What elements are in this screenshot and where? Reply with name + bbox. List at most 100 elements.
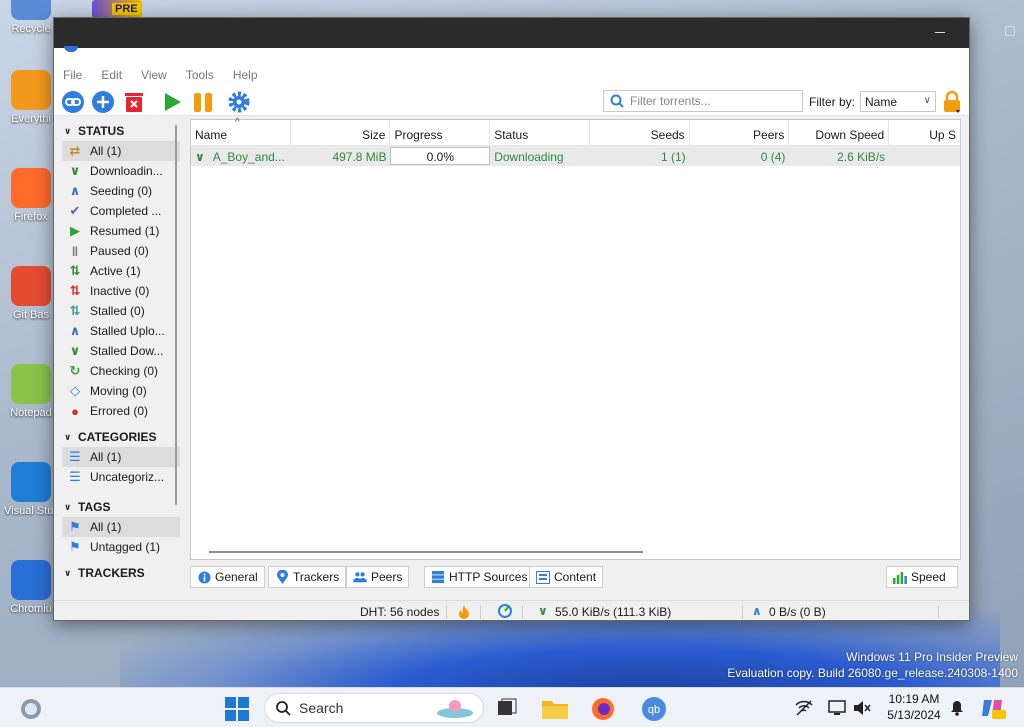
caret-down-icon: ∨ — [64, 431, 72, 442]
column-name[interactable]: Name — [191, 120, 291, 145]
widgets-icon[interactable] — [20, 698, 42, 720]
desktop-icon-label: Git Bas — [12, 309, 50, 321]
title-bar[interactable] — [54, 18, 969, 48]
status-item[interactable]: ⇄ All (1) — [62, 141, 180, 161]
resume-icon[interactable] — [160, 90, 184, 114]
display-icon[interactable] — [828, 700, 846, 716]
status-item-label: Paused (0) — [90, 244, 149, 258]
filter-torrents-field[interactable] — [603, 90, 803, 112]
download-icon: ∨ — [69, 163, 81, 178]
tab-general[interactable]: General — [190, 566, 265, 588]
status-item[interactable]: ⇅ Active (1) — [62, 261, 180, 281]
status-item[interactable]: ∨ Stalled Dow... — [62, 341, 180, 361]
status-item[interactable]: ‖ Paused (0) — [62, 241, 180, 261]
maximize-icon[interactable] — [1005, 26, 1015, 36]
desktop-icon[interactable]: Notepad — [4, 364, 58, 419]
desktop-icon[interactable]: Chromiu — [4, 560, 58, 615]
category-item-all[interactable]: ☰ All (1) — [62, 447, 180, 467]
caret-down-icon: ∨ — [64, 125, 72, 136]
tags-header[interactable]: ∨ TAGS — [62, 497, 180, 517]
table-row[interactable]: ∨ A_Boy_and... 497.8 MiB 0.0% Downloadin… — [191, 146, 960, 166]
status-item-label: Moving (0) — [90, 384, 147, 398]
notification-bell-icon[interactable] — [950, 700, 964, 716]
categories-header[interactable]: ∨ CATEGORIES — [62, 427, 180, 447]
filter-torrents-input[interactable] — [630, 94, 790, 108]
status-item[interactable]: ▶ Resumed (1) — [62, 221, 180, 241]
lock-icon[interactable] — [942, 90, 962, 114]
minimize-icon[interactable] — [935, 32, 945, 33]
column-up-speed[interactable]: Up S — [889, 120, 960, 145]
column-peers[interactable]: Peers — [690, 120, 790, 145]
search-label: Search — [299, 700, 344, 716]
tab-http-sources[interactable]: HTTP Sources — [424, 566, 535, 588]
desktop-icon[interactable]: Everythi — [4, 70, 58, 125]
tab-peers[interactable]: Peers — [346, 566, 410, 588]
row-progress-cell: 0.0% — [390, 147, 491, 165]
desktop-app-icon — [11, 168, 51, 208]
connection-status-icon[interactable] — [498, 604, 512, 618]
category-item-uncategorized[interactable]: ☰ Uncategoriz... — [62, 467, 180, 487]
pause-icon: ‖ — [71, 243, 79, 259]
volume-icon[interactable] — [853, 700, 871, 716]
menu-edit[interactable]: Edit — [101, 68, 122, 82]
file-explorer-icon[interactable] — [542, 697, 568, 719]
status-item-label: Completed ... — [90, 204, 162, 218]
task-view-icon[interactable] — [497, 698, 517, 718]
row-status-cell: Downloading — [494, 150, 564, 164]
status-item-label: Errored (0) — [90, 404, 149, 418]
column-down-speed[interactable]: Down Speed — [789, 120, 890, 145]
desktop-icon[interactable]: Recycle — [4, 0, 58, 35]
add-torrent-icon[interactable] — [91, 90, 115, 114]
add-link-icon[interactable] — [61, 90, 85, 114]
status-item[interactable]: ◇ Moving (0) — [62, 381, 180, 401]
desktop-icon[interactable]: Visual Stu Code — [4, 462, 58, 517]
status-item[interactable]: ∧ Seeding (0) — [62, 181, 180, 201]
trackers-header[interactable]: ∨ TRACKERS — [62, 567, 180, 579]
status-item[interactable]: ↻ Checking (0) — [62, 361, 180, 381]
menu-tools[interactable]: Tools — [186, 68, 214, 82]
pause-icon[interactable] — [191, 90, 215, 114]
desktop-icon[interactable]: Git Bas — [4, 266, 58, 321]
status-item[interactable]: ⇅ Inactive (0) — [62, 281, 180, 301]
options-gear-icon[interactable] — [227, 90, 251, 114]
row-peers-cell: 0 (4) — [760, 150, 786, 164]
column-status[interactable]: Status — [490, 120, 590, 145]
status-item-label: Downloadin... — [90, 164, 163, 178]
windows-start-icon[interactable] — [225, 697, 249, 721]
menu-help[interactable]: Help — [233, 68, 258, 82]
copilot-icon[interactable] — [980, 696, 1006, 720]
sort-ascending-icon: ^ — [235, 117, 240, 128]
horizontal-scrollbar[interactable] — [209, 551, 643, 553]
qbittorrent-taskbar-icon[interactable]: qb — [641, 696, 667, 722]
firefox-icon[interactable] — [591, 697, 615, 721]
upload-speed-text: 0 B/s (0 B) — [769, 604, 826, 619]
status-item[interactable]: ⇅ Stalled (0) — [62, 301, 180, 321]
system-clock[interactable]: 10:19 AM 5/13/2024 — [884, 691, 944, 723]
speed-button[interactable]: Speed — [886, 566, 958, 588]
column-size[interactable]: Size — [291, 120, 391, 145]
column-seeds[interactable]: Seeds — [590, 120, 690, 145]
menu-view[interactable]: View — [141, 68, 167, 82]
status-item[interactable]: ● Errored (0) — [62, 401, 180, 421]
download-stalled-icon: ∨ — [69, 343, 81, 358]
tab-content[interactable]: Content — [529, 566, 604, 588]
desktop-icon[interactable]: Firefox — [4, 168, 58, 223]
delete-icon[interactable] — [122, 90, 146, 114]
column-progress[interactable]: Progress — [390, 120, 491, 145]
tag-item-untagged[interactable]: ⚑ Untagged (1) — [62, 537, 180, 557]
row-seeds-cell: 1 (1) — [661, 150, 686, 164]
status-item[interactable]: ∧ Stalled Uplo... — [62, 321, 180, 341]
menu-file[interactable]: File — [63, 68, 82, 82]
tab-trackers[interactable]: Trackers — [268, 566, 347, 588]
network-icon[interactable] — [795, 700, 813, 716]
taskbar-search[interactable]: Search — [264, 693, 484, 723]
status-item[interactable]: ∨ Downloadin... — [62, 161, 180, 181]
check-icon: ✔ — [69, 203, 81, 218]
sidebar-scrollbar[interactable] — [175, 125, 177, 505]
tag-item-all[interactable]: ⚑ All (1) — [62, 517, 180, 537]
filter-by-value: Name — [865, 95, 898, 109]
status-header[interactable]: ∨ STATUS — [62, 121, 180, 141]
filter-by-select[interactable]: Name ∨ — [860, 91, 936, 112]
flame-icon[interactable] — [458, 605, 470, 619]
status-item[interactable]: ✔ Completed ... — [62, 201, 180, 221]
